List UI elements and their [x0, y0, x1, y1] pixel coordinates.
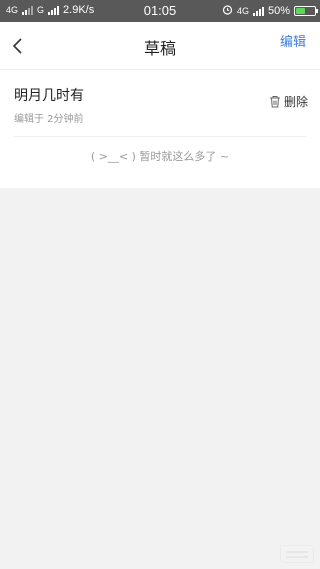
page-title: 草稿: [143, 39, 176, 58]
alarm-icon: [222, 4, 233, 18]
delete-label: 删除: [283, 95, 308, 109]
app-header: 草稿 编辑: [0, 22, 320, 70]
network-type-3: 4G: [236, 6, 249, 16]
status-bar: 4G G 2.9K/s 01:05 4G 50%: [0, 0, 320, 22]
drafts-panel: 明月几时有 编辑于 2分钟前 删除 ( >__< ) 暂时就这么多了 ~: [0, 70, 320, 188]
signal-icon-3: [252, 6, 264, 16]
battery-fill: [296, 8, 305, 14]
status-right: 4G 50%: [222, 4, 318, 18]
draft-item[interactable]: 明月几时有 编辑于 2分钟前 删除: [0, 70, 320, 136]
battery-percent: 50%: [267, 5, 290, 17]
draft-title[interactable]: 明月几时有: [14, 85, 84, 105]
battery-icon: [294, 6, 318, 16]
trash-icon: [269, 96, 280, 108]
draft-meta: 编辑于 2分钟前: [14, 114, 84, 125]
end-of-list-note: ( >__< ) 暂时就这么多了 ~: [90, 150, 230, 163]
divider: [14, 136, 306, 137]
watermark-logo: [280, 545, 314, 563]
delete-button[interactable]: 删除: [269, 93, 308, 110]
edit-button[interactable]: 编辑: [280, 31, 306, 50]
